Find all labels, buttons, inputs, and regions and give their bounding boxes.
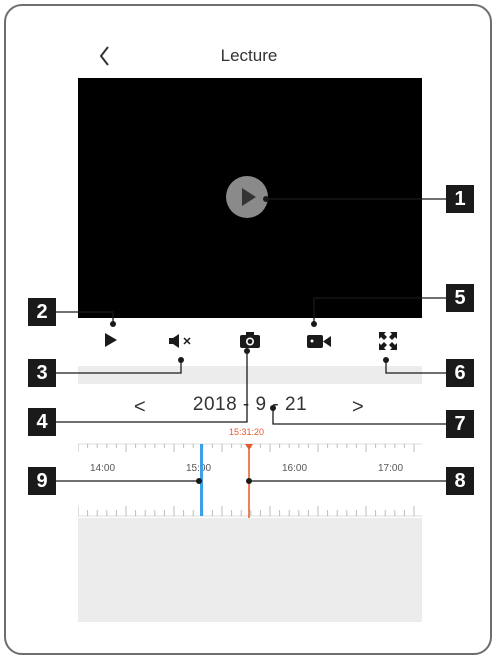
snapshot-button[interactable] (239, 331, 261, 349)
playhead-marker (245, 444, 253, 450)
callout-8: 8 (446, 467, 474, 495)
callout-6: 6 (446, 359, 474, 387)
big-play-button[interactable] (226, 176, 268, 218)
page-title: Lecture (220, 46, 278, 65)
toolbar-divider-band (78, 366, 422, 384)
current-time-label: 15:31:20 (229, 427, 265, 437)
fullscreen-icon (379, 332, 397, 350)
callout-2: 2 (28, 298, 56, 326)
tick-label: 15:00 (186, 463, 211, 474)
speaker-muted-icon (169, 334, 191, 348)
tick-label: 16:00 (282, 463, 307, 474)
current-date: 2018 - 9 - 21 (192, 394, 308, 415)
callout-9: 9 (28, 467, 56, 495)
callout-3: 3 (28, 359, 56, 387)
recording-segment (200, 444, 203, 516)
tick-label: 17:00 (378, 463, 403, 474)
timeline-scale: 14:00 15:00 16:00 17:00 (77, 443, 425, 518)
play-icon (242, 188, 256, 206)
fullscreen-button[interactable] (378, 331, 398, 351)
callout-4: 4 (28, 408, 56, 436)
callout-7: 7 (446, 410, 474, 438)
bottom-panel (78, 518, 422, 622)
video-camera-icon (307, 335, 331, 348)
callout-1: 1 (446, 185, 474, 213)
camera-icon (240, 332, 260, 348)
next-date-button[interactable]: > (352, 396, 364, 419)
callout-5: 5 (446, 284, 474, 312)
timeline[interactable]: 14:00 15:00 16:00 17:00 (77, 440, 425, 518)
tick-label: 14:00 (90, 463, 115, 474)
mute-button[interactable] (168, 333, 194, 349)
record-button[interactable] (306, 333, 332, 349)
date-navigator: < 2018 - 9 - 21 > (78, 392, 422, 420)
play-button[interactable] (104, 332, 118, 348)
